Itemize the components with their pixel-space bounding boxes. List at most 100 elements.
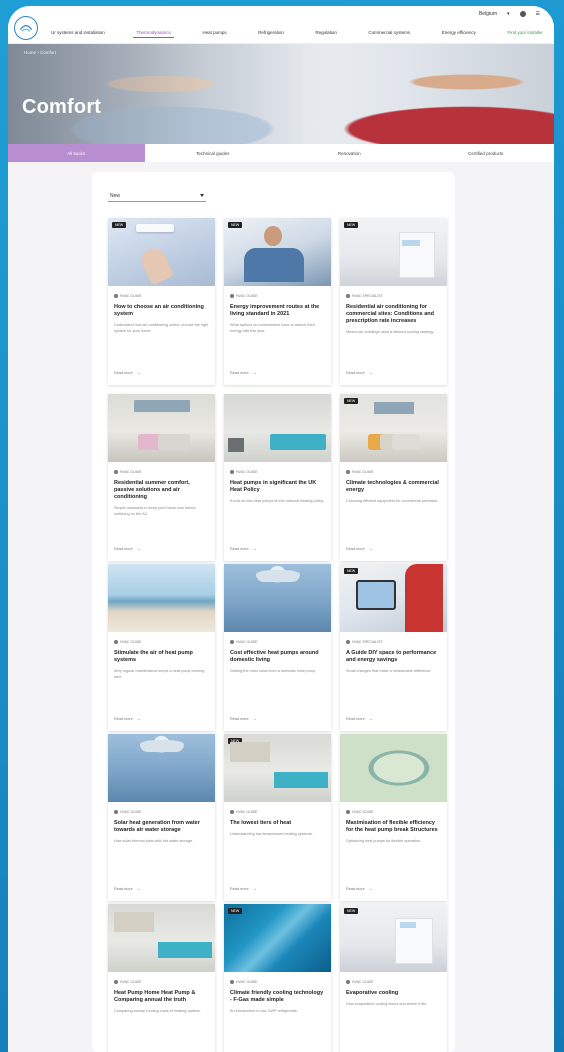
read-more-link[interactable]: Read more → xyxy=(230,886,257,892)
article-card[interactable]: HVAC GUIDE Heat pumps in significant the … xyxy=(224,394,331,561)
tab-all-topics[interactable]: All topics xyxy=(8,144,145,162)
article-excerpt: What options do homeowners have to reduc… xyxy=(230,323,315,333)
article-thumbnail[interactable]: NEW xyxy=(340,564,447,632)
language-selector[interactable]: ▾ xyxy=(507,11,510,17)
tab-technical-guides[interactable]: Technical guides xyxy=(145,144,282,162)
article-title[interactable]: Heat pumps in significant the UK Heat Po… xyxy=(230,480,325,494)
article-card[interactable]: HVAC GUIDE Solar heat generation from wat… xyxy=(108,734,215,901)
article-thumbnail[interactable] xyxy=(224,394,331,462)
article-thumbnail[interactable]: NEW xyxy=(340,904,447,972)
article-title[interactable]: Evaporative cooling xyxy=(346,990,441,997)
article-thumbnail[interactable]: NEW xyxy=(108,218,215,286)
article-thumbnail[interactable] xyxy=(340,734,447,802)
article-thumbnail[interactable]: NEW xyxy=(224,218,331,286)
read-more-link[interactable]: Read more → xyxy=(346,716,373,722)
article-title[interactable]: Climate friendly cooling technology - F-… xyxy=(230,990,325,1004)
article-card[interactable]: HVAC GUIDE Maximisation of flexible effic… xyxy=(340,734,447,901)
article-title[interactable]: Heat Pump Home Heat Pump & Comparing ann… xyxy=(114,990,209,1004)
nav-item-heat-pumps[interactable]: Heat pumps xyxy=(199,28,229,38)
article-title[interactable]: Solar heat generation from water towards… xyxy=(114,820,209,834)
article-excerpt: An introduction to low-GWP refrigerants. xyxy=(230,1009,298,1013)
article-card[interactable]: NEW HVAC GUIDE The lowest tiers of heat Und… xyxy=(224,734,331,901)
new-badge: NEW xyxy=(344,222,359,228)
article-category: HVAC GUIDE xyxy=(114,470,209,474)
nav-item-installer[interactable]: Find your installer xyxy=(504,28,546,38)
sort-dropdown[interactable]: New xyxy=(108,190,206,202)
user-icon[interactable] xyxy=(519,11,526,17)
article-thumbnail[interactable] xyxy=(108,394,215,462)
site-logo[interactable] xyxy=(14,15,38,40)
filter-tabs: All topics Technical guides Renovation C… xyxy=(8,144,554,162)
article-title[interactable]: Stimulate the air of heat pump systems xyxy=(114,650,209,664)
menu-icon[interactable]: ☰ xyxy=(536,11,540,17)
article-thumbnail[interactable]: NEW xyxy=(224,904,331,972)
arrow-right-icon: → xyxy=(367,546,373,552)
nav-item-energy[interactable]: Energy efficiency xyxy=(439,28,479,38)
arrow-right-icon: → xyxy=(135,886,141,892)
article-category: HVAC SPECIALIST xyxy=(346,294,441,298)
article-category: HVAC GUIDE xyxy=(114,640,209,644)
article-thumbnail[interactable]: NEW xyxy=(340,218,447,286)
article-card[interactable]: NEW HVAC GUIDE Climate friendly cooling te… xyxy=(224,904,331,1052)
article-card[interactable]: HVAC GUIDE Cost effective heat pumps arou… xyxy=(224,564,331,731)
arrow-right-icon: → xyxy=(367,370,373,376)
article-excerpt: Simple measures to keep your home cool b… xyxy=(114,506,196,516)
nav-item-regulation[interactable]: Regulation xyxy=(312,28,340,38)
article-card[interactable]: NEW HVAC GUIDE Climate technologies & comm… xyxy=(340,394,447,561)
read-more-link[interactable]: Read more → xyxy=(114,370,141,376)
arrow-right-icon: → xyxy=(251,546,257,552)
article-thumbnail[interactable]: NEW xyxy=(340,394,447,462)
article-thumbnail[interactable] xyxy=(224,564,331,632)
arrow-right-icon: → xyxy=(135,716,141,722)
read-more-link[interactable]: Read more → xyxy=(230,546,257,552)
article-title[interactable]: Residential air conditioning for commerc… xyxy=(346,304,441,325)
read-more-link[interactable]: Read more → xyxy=(230,370,257,376)
tag-icon xyxy=(114,470,118,474)
article-thumbnail[interactable] xyxy=(108,904,215,972)
read-more-link[interactable]: Read more → xyxy=(114,886,141,892)
region-selector[interactable]: Belgium xyxy=(479,11,497,17)
read-more-link[interactable]: Read more → xyxy=(346,546,373,552)
article-thumbnail[interactable]: NEW xyxy=(224,734,331,802)
article-category: HVAC GUIDE xyxy=(230,810,325,814)
article-title[interactable]: Energy improvement routes at the living … xyxy=(230,304,325,318)
tab-renovation[interactable]: Renovation xyxy=(281,144,418,162)
nav-item-commercial[interactable]: Commercial systems xyxy=(365,28,413,38)
nav-item-refrigeration[interactable]: Refrigeration xyxy=(255,28,287,38)
article-card[interactable]: NEW HVAC SPECIALIST Residential air condit… xyxy=(340,218,447,385)
article-category: HVAC GUIDE xyxy=(346,810,441,814)
article-title[interactable]: Cost effective heat pumps around domesti… xyxy=(230,650,325,664)
nav-item-systems[interactable]: Ur systems and installation xyxy=(48,28,108,38)
arrow-right-icon: → xyxy=(251,886,257,892)
article-title[interactable]: A Guide DIY space to performance and ene… xyxy=(346,650,441,664)
read-more-link[interactable]: Read more → xyxy=(230,716,257,722)
article-thumbnail[interactable] xyxy=(108,734,215,802)
arrow-right-icon: → xyxy=(135,546,141,552)
new-badge: NEW xyxy=(112,222,127,228)
article-card[interactable]: NEW HVAC GUIDE Evaporative cooling How evap… xyxy=(340,904,447,1052)
read-more-link[interactable]: Read more → xyxy=(114,546,141,552)
breadcrumb[interactable]: Home › Comfort xyxy=(24,50,56,55)
article-thumbnail[interactable] xyxy=(108,564,215,632)
article-card[interactable]: NEW HVAC GUIDE Energy improvement routes a… xyxy=(224,218,331,385)
article-category: HVAC GUIDE xyxy=(230,980,325,984)
article-excerpt: Why regular maintenance keeps a heat pum… xyxy=(114,669,205,679)
article-card[interactable]: HVAC GUIDE Residential summer comfort, pa… xyxy=(108,394,215,561)
article-title[interactable]: The lowest tiers of heat xyxy=(230,820,325,827)
article-title[interactable]: Climate technologies & commercial energy xyxy=(346,480,441,494)
read-more-link[interactable]: Read more → xyxy=(346,370,373,376)
nav-item-thermodynamics[interactable]: Thermodynamics xyxy=(133,28,174,38)
article-card[interactable]: HVAC GUIDE Heat Pump Home Heat Pump & Com… xyxy=(108,904,215,1052)
article-card[interactable]: NEW HVAC GUIDE How to choose an air condit… xyxy=(108,218,215,385)
article-card[interactable]: NEW HVAC SPECIALIST A Guide DIY space to p… xyxy=(340,564,447,731)
article-title[interactable]: How to choose an air conditioning system xyxy=(114,304,209,318)
article-card[interactable]: HVAC GUIDE Stimulate the air of heat pump… xyxy=(108,564,215,731)
page-title: Comfort xyxy=(22,96,102,118)
tab-certified-products[interactable]: Certified products xyxy=(418,144,555,162)
read-more-link[interactable]: Read more → xyxy=(114,716,141,722)
article-excerpt: How solar thermal pairs with hot water s… xyxy=(114,839,194,843)
new-badge: NEW xyxy=(344,908,359,914)
article-title[interactable]: Residential summer comfort, passive solu… xyxy=(114,480,209,501)
article-title[interactable]: Maximisation of flexible efficiency for … xyxy=(346,820,441,834)
read-more-link[interactable]: Read more → xyxy=(346,886,373,892)
